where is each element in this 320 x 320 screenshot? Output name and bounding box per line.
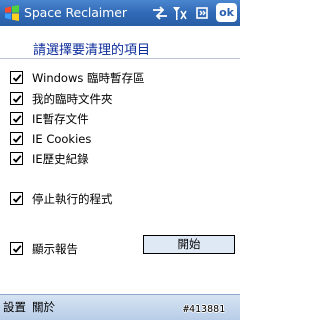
start-button[interactable]: 開始 bbox=[143, 235, 235, 254]
windows-start-icon[interactable] bbox=[3, 4, 21, 22]
checkbox-label: IE Cookies bbox=[32, 132, 92, 146]
sync-icon[interactable] bbox=[152, 5, 168, 25]
checkbox-box[interactable] bbox=[10, 112, 23, 125]
checkbox-box[interactable] bbox=[10, 192, 23, 205]
checkbox-box[interactable] bbox=[10, 152, 23, 165]
checkbox-label: IE暫存文件 bbox=[32, 112, 89, 126]
checkbox-box[interactable] bbox=[10, 242, 23, 255]
title-bar: Space Reclaimer ok bbox=[0, 0, 240, 26]
checkbox-label: 我的臨時文件夾 bbox=[32, 92, 113, 106]
checkbox-label: Windows 臨時暫存區 bbox=[32, 71, 145, 85]
window-title: Space Reclaimer bbox=[24, 5, 127, 20]
signal-icon[interactable] bbox=[172, 5, 188, 25]
menu-settings[interactable]: 設置 bbox=[3, 299, 26, 315]
watermark-text: #413881 bbox=[183, 304, 226, 315]
checkbox-box[interactable] bbox=[10, 92, 23, 105]
volume-icon[interactable] bbox=[194, 5, 210, 25]
checkbox-label: 停止執行的程式 bbox=[32, 192, 113, 206]
menu-about[interactable]: 關於 bbox=[32, 299, 55, 315]
ok-button[interactable]: ok bbox=[216, 3, 237, 22]
page-heading: 請選擇要清理的項目 bbox=[33, 43, 151, 58]
checkbox-box[interactable] bbox=[10, 71, 23, 84]
checkbox-box[interactable] bbox=[10, 132, 23, 145]
checkbox-label: 顯示報告 bbox=[32, 242, 78, 256]
checkbox-label: IE歷史紀錄 bbox=[32, 152, 89, 166]
heading-divider bbox=[0, 58, 240, 59]
